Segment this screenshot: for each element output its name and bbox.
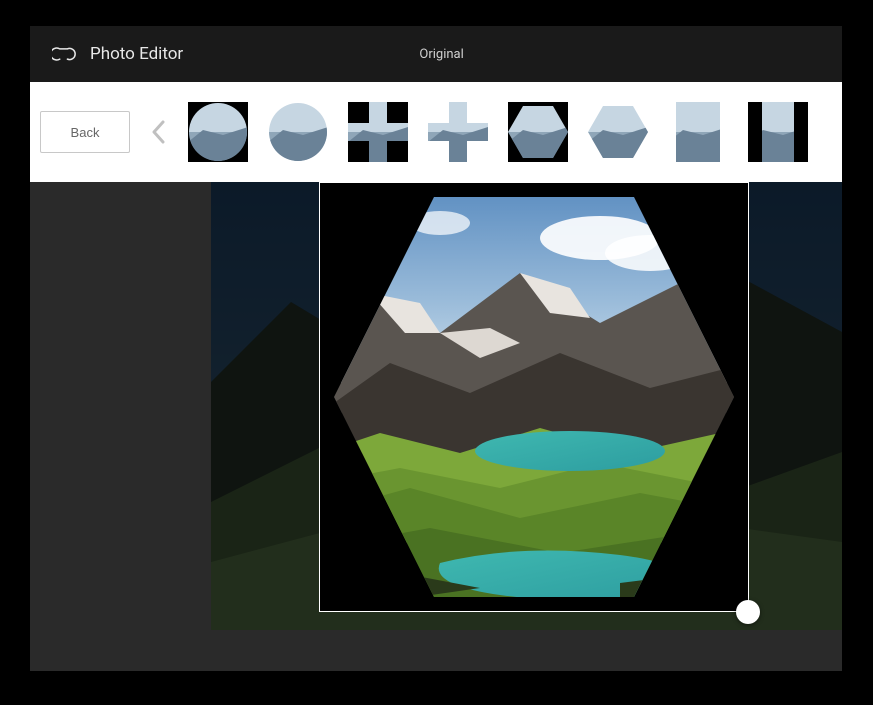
frame-thumb-circle-soft[interactable] bbox=[268, 102, 328, 162]
frames-toolbar: Back bbox=[30, 82, 842, 182]
crop-frame[interactable] bbox=[319, 182, 749, 612]
tab-original[interactable]: Original bbox=[419, 47, 463, 62]
frame-thumb-plus-soft[interactable] bbox=[428, 102, 488, 162]
app-title: Photo Editor bbox=[90, 44, 183, 64]
app-header: Photo Editor Original bbox=[30, 26, 842, 82]
frame-thumb-hexagon[interactable] bbox=[508, 102, 568, 162]
frame-thumb-plus[interactable] bbox=[348, 102, 408, 162]
creative-cloud-logo-icon bbox=[52, 42, 76, 66]
frame-thumb-square[interactable] bbox=[668, 102, 728, 162]
back-button[interactable]: Back bbox=[40, 111, 130, 153]
frame-thumb-circle[interactable] bbox=[188, 102, 248, 162]
resize-handle[interactable] bbox=[736, 600, 760, 624]
frame-thumb-bars[interactable] bbox=[748, 102, 808, 162]
frame-thumb-hexagon-soft[interactable] bbox=[588, 102, 648, 162]
chevron-left-icon[interactable] bbox=[144, 117, 174, 147]
canvas-area bbox=[30, 182, 842, 671]
